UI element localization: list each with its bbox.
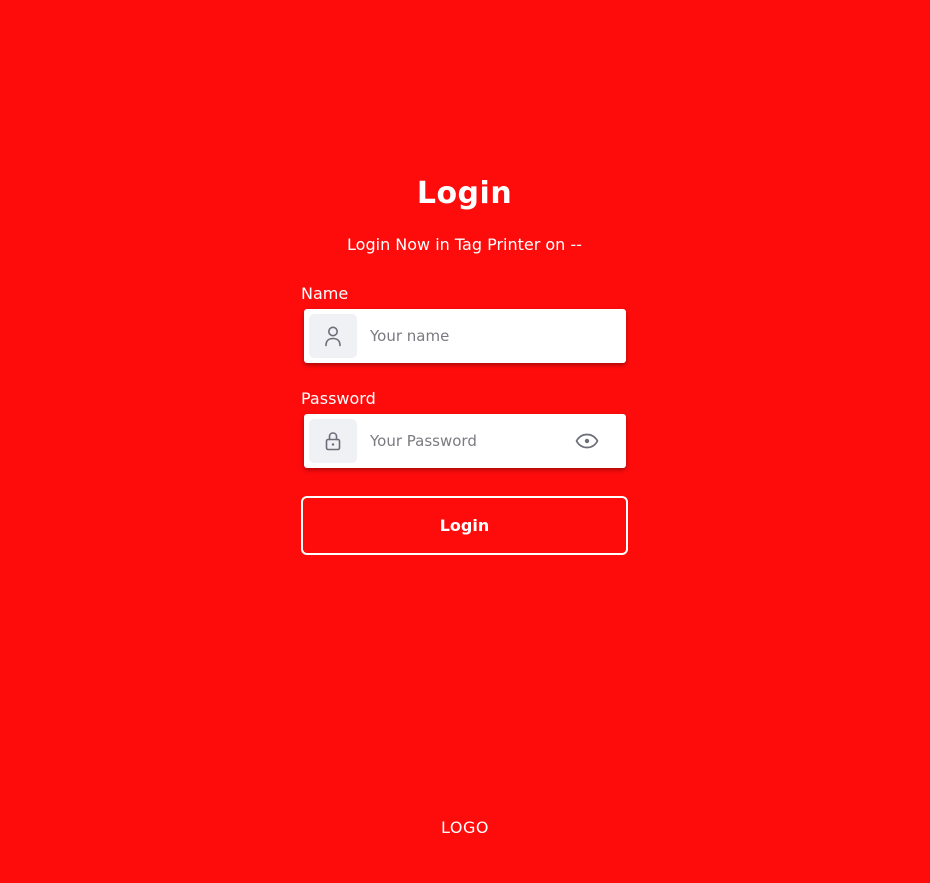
login-button[interactable]: Login: [301, 496, 628, 555]
password-input[interactable]: [370, 422, 550, 460]
page-subtitle: Login Now in Tag Printer on --: [347, 235, 582, 254]
password-field-wrapper: [304, 414, 626, 468]
eye-icon[interactable]: [574, 429, 600, 453]
footer-logo: LOGO: [441, 818, 489, 837]
name-input[interactable]: [370, 317, 550, 355]
lock-icon: [309, 419, 357, 463]
name-label: Name: [301, 284, 349, 303]
page-title: Login: [416, 176, 513, 211]
password-label: Password: [301, 389, 376, 408]
user-icon: [309, 314, 357, 358]
name-field-wrapper: [304, 309, 626, 363]
login-panel: Login Login Now in Tag Printer on -- Nam…: [301, 176, 628, 555]
